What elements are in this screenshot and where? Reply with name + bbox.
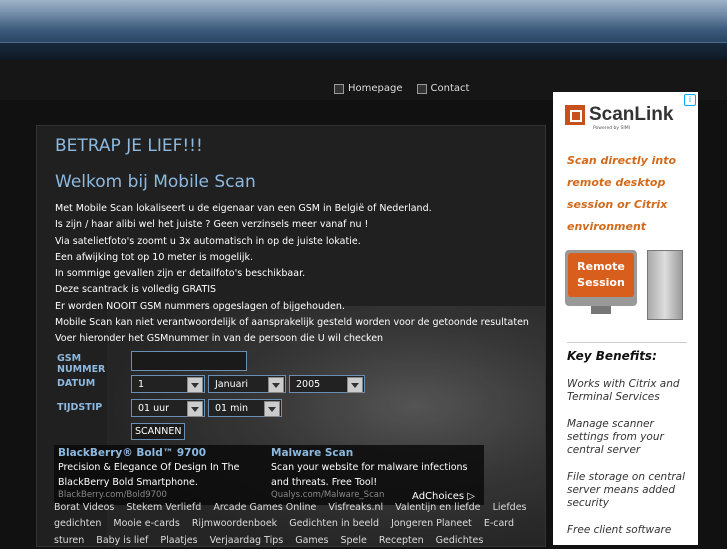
nav-contact[interactable]: Contact — [416, 83, 470, 94]
footer-link[interactable]: Rijmwoordenboek — [192, 518, 277, 529]
divider — [567, 342, 687, 343]
ad-title[interactable]: BlackBerry® Bold™ 9700 — [58, 447, 268, 459]
footer-link[interactable]: Mooie e-cards — [113, 518, 179, 529]
benefit-item: Manage scanner settings from your centra… — [567, 418, 664, 456]
footer-link[interactable]: Arcade Games Online — [213, 502, 316, 513]
nav-contact-label: Contact — [430, 83, 470, 94]
chevron-down-icon — [268, 377, 284, 393]
footer-link[interactable]: Verjaardag Tips — [210, 535, 284, 546]
scanlink-logo: ScanLink Powered by SIMI — [565, 104, 674, 131]
chevron-down-icon — [347, 377, 363, 393]
gsm-input[interactable] — [131, 351, 247, 371]
footer-links: Borat Videos Stekem Verliefd Arcade Game… — [54, 500, 534, 549]
hour-select[interactable]: 01 uur — [131, 399, 205, 417]
year-value: 2005 — [296, 379, 321, 390]
computer-tower-graphic — [647, 250, 683, 320]
key-benefits-heading: Key Benefits: — [567, 349, 657, 363]
footer-link[interactable]: Spele — [341, 535, 367, 546]
chevron-down-icon — [264, 401, 280, 417]
footer-link[interactable]: Plaatjes — [160, 535, 197, 546]
footer-link[interactable]: Borat Videos — [54, 502, 114, 513]
footer-link[interactable]: Visfreaks.nl — [328, 502, 383, 513]
datum-label: DATUM — [57, 378, 96, 389]
adchoices-icon[interactable]: i — [684, 94, 696, 106]
tagline-line: Scan directly into — [567, 154, 677, 167]
scanlink-logo-icon — [565, 105, 585, 125]
footer-link[interactable]: Gedichtes — [436, 535, 484, 546]
benefit-item: Works with Citrix and Terminal Services — [567, 378, 680, 403]
top-banner — [0, 0, 727, 42]
intro-line: Deze scantrack is volledig GRATIS — [55, 284, 217, 296]
benefit-item: Free client software — [567, 524, 672, 536]
brand-name: ScanLink — [589, 104, 674, 125]
benefit-item: File storage on central server means add… — [567, 471, 685, 509]
intro-line: Een afwijking tot op 10 meter is mogelij… — [55, 251, 253, 263]
ad-block: BlackBerry® Bold™ 9700 Precision & Elega… — [54, 445, 484, 505]
remote-session-screen: Remote Session — [568, 253, 634, 297]
page-subtitle: Welkom bij Mobile Scan — [55, 172, 256, 192]
intro-line: Via satelietfoto's zoomt u 3x automatisc… — [55, 235, 361, 247]
intro-line: In sommige gevallen zijn er detailfoto's… — [55, 268, 306, 280]
chevron-down-icon — [187, 377, 203, 393]
main-nav: Homepage Contact — [334, 83, 469, 94]
intro-text: Met Mobile Scan lokaliseert u de eigenaa… — [55, 201, 529, 348]
monitor-stand — [591, 306, 611, 314]
tagline-line: environment — [567, 220, 647, 233]
ad-description: Scan your website for malware infections… — [271, 462, 468, 488]
footer-link[interactable]: Games — [295, 535, 328, 546]
ad-blackberry[interactable]: BlackBerry® Bold™ 9700 Precision & Elega… — [58, 447, 268, 500]
intro-line: Er worden NOOIT GSM nummers opgeslagen o… — [55, 300, 345, 312]
day-select[interactable]: 1 — [131, 375, 205, 393]
ad-title[interactable]: Malware Scan — [271, 447, 481, 459]
intro-line: Met Mobile Scan lokaliseert u de eigenaa… — [55, 203, 432, 214]
tagline-line: session or Citrix — [567, 198, 668, 211]
intro-line: Mobile Scan kan niet verantwoordelijk of… — [55, 317, 529, 329]
ad-description: Precision & Elegance Of Design In The Bl… — [58, 462, 240, 488]
month-value: Januari — [215, 379, 249, 390]
intro-line: Is zijn / haar alibi wel het juiste ? Ge… — [55, 219, 369, 231]
intro-line: Voer hieronder het GSMnummer in van de p… — [55, 333, 384, 345]
footer-link[interactable]: Baby is lief — [96, 535, 148, 546]
tagline-line: remote desktop — [567, 176, 666, 189]
year-select[interactable]: 2005 — [289, 375, 365, 393]
bullet-icon — [334, 83, 344, 94]
tagline: Scan directly into remote desktop sessio… — [567, 150, 687, 238]
footer-link[interactable]: Valentijn en liefde — [395, 502, 480, 513]
top-rule — [0, 42, 727, 61]
minute-select[interactable]: 01 min — [208, 399, 282, 417]
gsm-label: GSM NUMMER — [57, 353, 106, 375]
footer-link[interactable]: Jongeren Planeet — [391, 518, 472, 529]
day-value: 1 — [138, 379, 145, 390]
tijdstip-label: TIJDSTIP — [57, 402, 103, 413]
footer-link[interactable]: Stekem Verliefd — [126, 502, 201, 513]
page-title: BETRAP JE LIEF!!! — [55, 136, 203, 156]
ad-url[interactable]: BlackBerry.com/Bold9700 — [58, 490, 268, 500]
nav-homepage-label: Homepage — [348, 83, 403, 94]
footer-link[interactable]: Gedichten in beeld — [289, 518, 379, 529]
minute-value: 01 min — [215, 403, 249, 414]
brand-sub: Powered by SIMI — [593, 126, 630, 131]
scan-button[interactable]: SCANNEN — [131, 423, 186, 440]
monitor-graphic: Remote Session — [565, 250, 637, 314]
main-content: BETRAP JE LIEF!!! Welkom bij Mobile Scan… — [36, 125, 546, 547]
chevron-down-icon — [187, 401, 203, 417]
hour-value: 01 uur — [138, 403, 170, 414]
nav-homepage[interactable]: Homepage — [334, 83, 403, 94]
scanlink-side-ad[interactable]: i ScanLink Powered by SIMI Scan directly… — [553, 92, 698, 545]
bullet-icon — [416, 83, 427, 94]
footer-link[interactable]: Recepten — [379, 535, 424, 546]
month-select[interactable]: Januari — [208, 375, 286, 393]
